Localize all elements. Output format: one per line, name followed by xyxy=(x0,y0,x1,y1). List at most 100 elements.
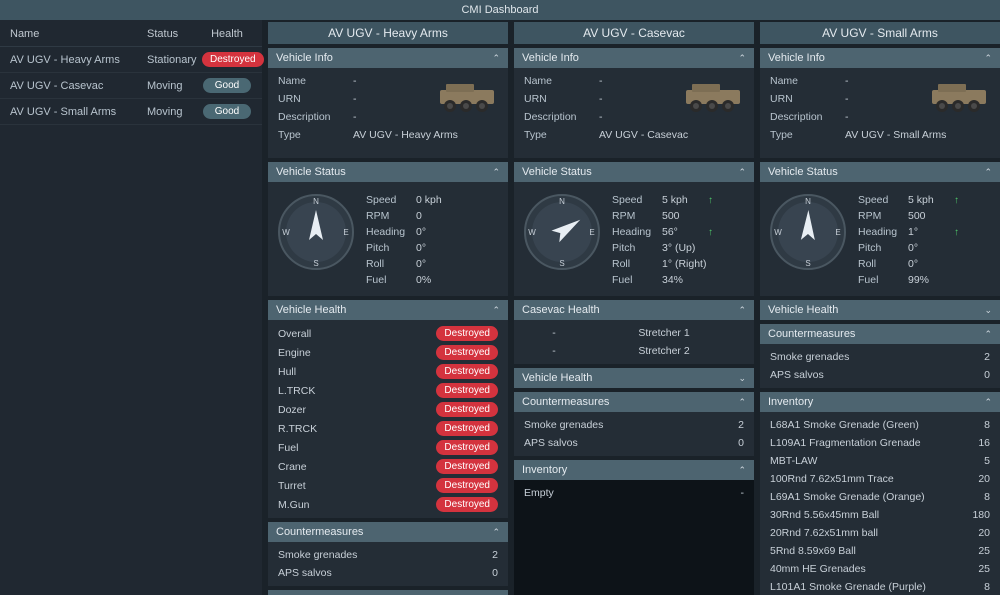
vehicle-health-body: OverallDestroyedEngineDestroyedHullDestr… xyxy=(268,320,508,518)
vehicle-panel: AV UGV - Small ArmsVehicle Info⌃Name-URN… xyxy=(760,22,1000,595)
sidebar-row-status: Moving xyxy=(147,106,202,118)
status-row: Roll1° (Right) xyxy=(612,256,746,272)
section-header-casevac-health[interactable]: Casevac Health⌃ xyxy=(514,300,754,320)
panel-title: AV UGV - Casevac xyxy=(514,22,754,44)
status-row: Heading1°↑ xyxy=(858,224,992,240)
sidebar-vehicle-row[interactable]: AV UGV - Small ArmsMovingGood xyxy=(0,99,262,125)
status-row: Pitch0° xyxy=(858,240,992,256)
section-header-inventory[interactable]: Inventory⌃ xyxy=(760,392,1000,412)
health-row: M.GunDestroyed xyxy=(268,495,508,514)
status-row: Heading56°↑ xyxy=(612,224,746,240)
sidebar-header-row: Name Status Health xyxy=(0,22,262,47)
vehicle-info-body: Name-URN-Description-TypeAV UGV - Heavy … xyxy=(268,68,508,158)
svg-text:S: S xyxy=(559,259,564,268)
status-row: Speed0 kph xyxy=(366,192,500,208)
svg-text:W: W xyxy=(528,228,536,237)
chevron-up-icon: ⌃ xyxy=(738,305,746,316)
vehicle-panel: AV UGV - Heavy ArmsVehicle Info⌃Name-URN… xyxy=(268,22,508,595)
inventory-row: MBT-LAW5 xyxy=(760,452,1000,470)
health-row: DozerDestroyed xyxy=(268,400,508,419)
chevron-up-icon: ⌃ xyxy=(984,397,992,408)
section-header-countermeasures[interactable]: Countermeasures⌃ xyxy=(268,522,508,542)
section-header-vehicle-status[interactable]: Vehicle Status⌃ xyxy=(760,162,1000,182)
app-title: CMI Dashboard xyxy=(0,0,1000,20)
svg-text:S: S xyxy=(313,259,318,268)
section-header-vehicle-info[interactable]: Vehicle Info⌃ xyxy=(760,48,1000,68)
sidebar-row-status: Stationary xyxy=(147,54,202,66)
svg-text:N: N xyxy=(805,197,811,206)
countermeasures-body: Smoke grenades2APS salvos0 xyxy=(268,542,508,586)
status-row: Pitch0° xyxy=(366,240,500,256)
section-header-vehicle-health[interactable]: Vehicle Health⌄ xyxy=(514,368,754,388)
status-row: Pitch3° (Up) xyxy=(612,240,746,256)
svg-text:N: N xyxy=(313,197,319,206)
sidebar-row-name: AV UGV - Heavy Arms xyxy=(10,54,147,66)
health-row: R.TRCKDestroyed xyxy=(268,419,508,438)
section-header-countermeasures[interactable]: Countermeasures⌃ xyxy=(760,324,1000,344)
health-badge: Destroyed xyxy=(436,364,498,379)
section-header-inventory[interactable]: Inventory⌃ xyxy=(514,460,754,480)
health-row: CraneDestroyed xyxy=(268,457,508,476)
chevron-up-icon: ⌃ xyxy=(492,53,500,64)
section-header-vehicle-health[interactable]: Vehicle Health⌄ xyxy=(760,300,1000,320)
vehicle-image xyxy=(432,72,502,116)
chevron-up-icon: ⌃ xyxy=(738,465,746,476)
status-row: Roll0° xyxy=(366,256,500,272)
section-header-vehicle-health[interactable]: Vehicle Health⌃ xyxy=(268,300,508,320)
sidebar-vehicle-row[interactable]: AV UGV - Heavy ArmsStationaryDestroyed xyxy=(0,47,262,73)
vehicle-status-body: NESWSpeed5 kph↑RPM500Heading1°↑Pitch0°Ro… xyxy=(760,182,1000,296)
status-row: RPM500 xyxy=(612,208,746,224)
countermeasure-row: Smoke grenades2 xyxy=(268,546,508,564)
inventory-row: Empty- xyxy=(514,484,754,502)
vehicle-list-sidebar: Name Status Health AV UGV - Heavy ArmsSt… xyxy=(0,20,262,595)
health-row: L.TRCKDestroyed xyxy=(268,381,508,400)
panels-container: AV UGV - Heavy ArmsVehicle Info⌃Name-URN… xyxy=(262,20,1000,595)
status-row: Fuel34% xyxy=(612,272,746,288)
section-header-countermeasures[interactable]: Countermeasures⌃ xyxy=(514,392,754,412)
stretcher-row: -Stretcher 1 xyxy=(514,324,754,342)
chevron-up-icon: ⌃ xyxy=(492,305,500,316)
vehicle-info-body: Name-URN-Description-TypeAV UGV - Small … xyxy=(760,68,1000,158)
health-badge: Destroyed xyxy=(436,497,498,512)
chevron-up-icon: ⌃ xyxy=(492,527,500,538)
status-row: RPM0 xyxy=(366,208,500,224)
status-row: Heading0° xyxy=(366,224,500,240)
health-badge: Destroyed xyxy=(436,421,498,436)
compass-gauge: NESW xyxy=(276,192,356,272)
main-layout: Name Status Health AV UGV - Heavy ArmsSt… xyxy=(0,20,1000,595)
vehicle-status-body: NESWSpeed0 kphRPM0Heading0°Pitch0°Roll0°… xyxy=(268,182,508,296)
inventory-row: L69A1 Smoke Grenade (Orange)8 xyxy=(760,488,1000,506)
chevron-down-icon: ⌄ xyxy=(984,305,992,316)
inventory-row: 30Rnd 5.56x45mm Ball180 xyxy=(760,506,1000,524)
inventory-body: Empty- xyxy=(514,480,754,595)
vehicle-info-body: Name-URN-Description-TypeAV UGV - Caseva… xyxy=(514,68,754,158)
countermeasure-row: APS salvos0 xyxy=(760,366,1000,384)
health-row: HullDestroyed xyxy=(268,362,508,381)
col-header-health: Health xyxy=(202,28,252,40)
inventory-row: L109A1 Fragmentation Grenade16 xyxy=(760,434,1000,452)
health-badge: Destroyed xyxy=(436,440,498,455)
section-header-vehicle-info[interactable]: Vehicle Info⌃ xyxy=(514,48,754,68)
health-badge: Destroyed xyxy=(202,52,264,67)
sidebar-row-health: Good xyxy=(202,104,252,119)
vehicle-status-body: NESWSpeed5 kph↑RPM500Heading56°↑Pitch3° … xyxy=(514,182,754,296)
chevron-up-icon: ⌃ xyxy=(984,53,992,64)
section-header-inventory[interactable]: Inventory⌃ xyxy=(268,590,508,595)
countermeasure-row: APS salvos0 xyxy=(268,564,508,582)
sidebar-row-health: Good xyxy=(202,78,252,93)
compass-gauge: NESW xyxy=(522,192,602,272)
health-row: OverallDestroyed xyxy=(268,324,508,343)
svg-text:S: S xyxy=(805,259,810,268)
health-badge: Good xyxy=(203,104,251,119)
section-header-vehicle-status[interactable]: Vehicle Status⌃ xyxy=(514,162,754,182)
vehicle-image xyxy=(678,72,748,116)
casevac-health-body: -Stretcher 1-Stretcher 2 xyxy=(514,320,754,364)
chevron-up-icon: ⌃ xyxy=(738,53,746,64)
health-row: EngineDestroyed xyxy=(268,343,508,362)
section-header-vehicle-status[interactable]: Vehicle Status⌃ xyxy=(268,162,508,182)
section-header-vehicle-info[interactable]: Vehicle Info⌃ xyxy=(268,48,508,68)
sidebar-vehicle-row[interactable]: AV UGV - CasevacMovingGood xyxy=(0,73,262,99)
svg-text:W: W xyxy=(282,228,290,237)
compass-gauge: NESW xyxy=(768,192,848,272)
status-row: Fuel99% xyxy=(858,272,992,288)
